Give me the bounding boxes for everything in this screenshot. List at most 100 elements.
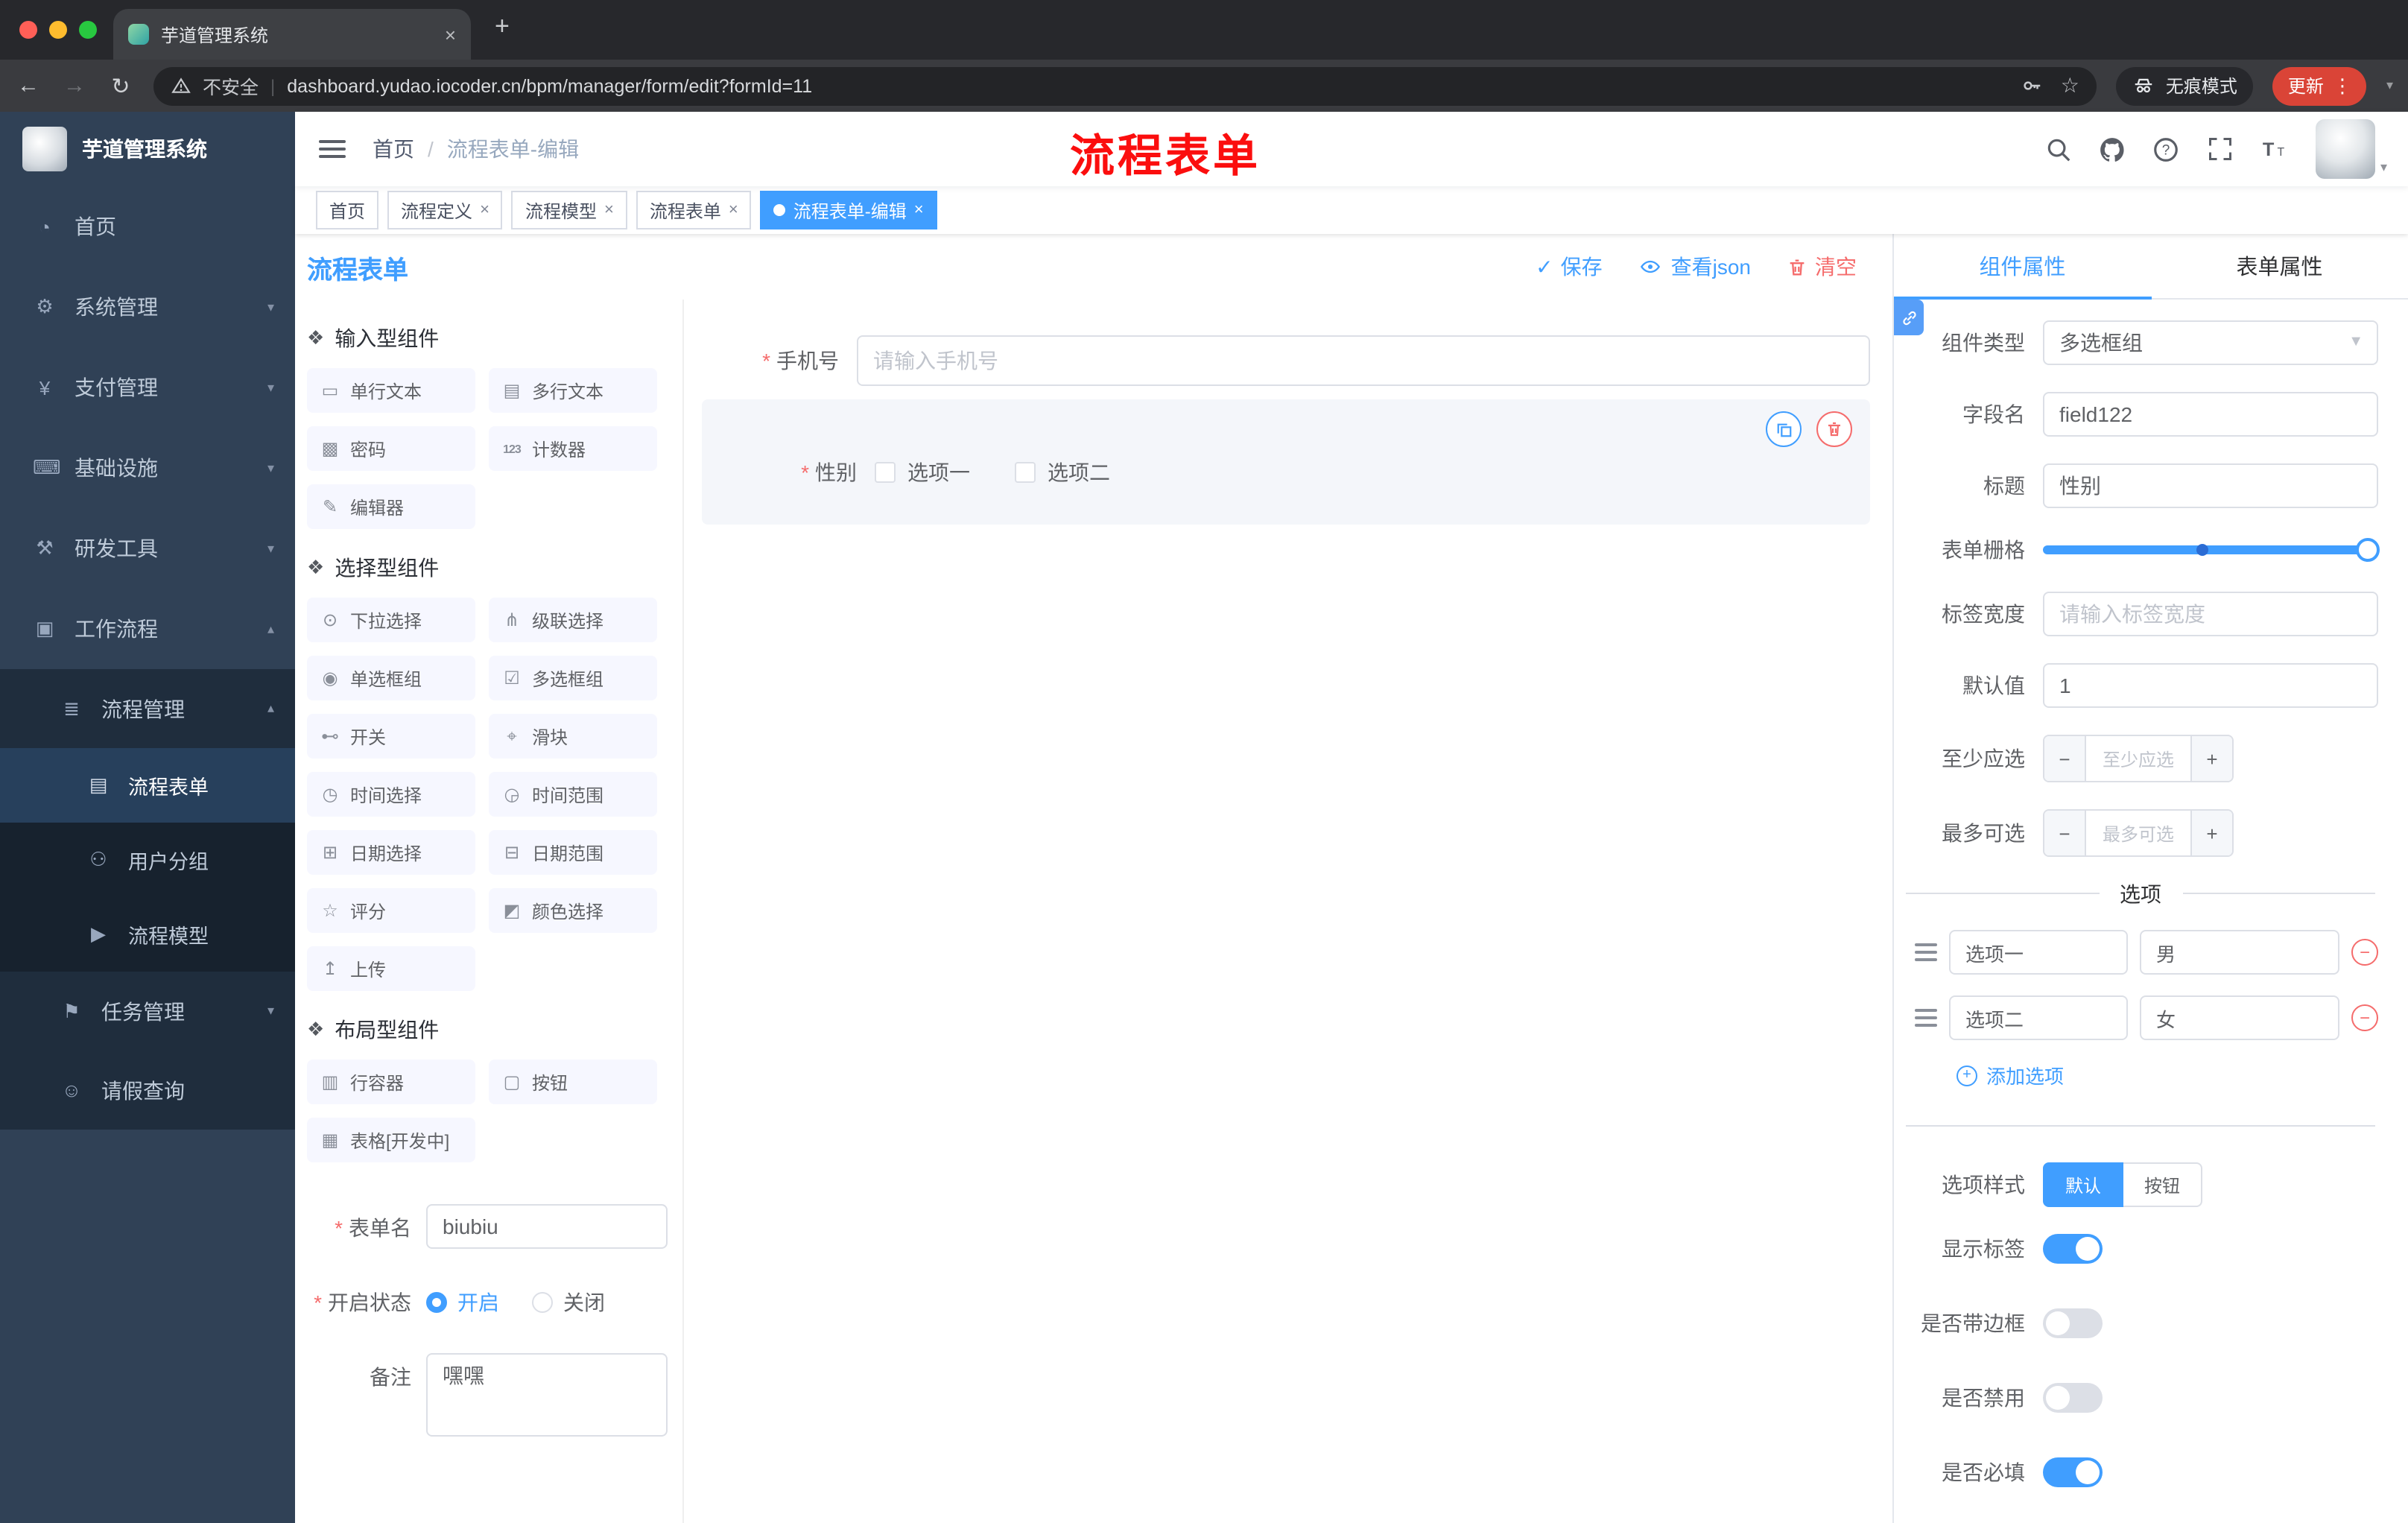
disabled-switch[interactable] [2043, 1383, 2103, 1413]
component-type-select[interactable]: ▼ [2043, 320, 2378, 365]
default-value-input[interactable] [2043, 663, 2378, 708]
tag-process-model[interactable]: 流程模型 × [511, 191, 627, 229]
gender-field-block-selected[interactable]: 性别 选项一 选项二 [702, 399, 1870, 525]
fullscreen-icon[interactable] [2206, 135, 2234, 163]
component-button[interactable]: ▢ 按钮 [489, 1060, 657, 1104]
sidebar-collapse-icon[interactable] [319, 140, 346, 158]
component-counter[interactable]: 123 计数器 [489, 426, 657, 471]
minimize-window-button[interactable] [49, 21, 67, 39]
form-name-input[interactable] [426, 1204, 668, 1249]
phone-field-row[interactable]: 手机号 [702, 335, 1870, 386]
status-off-radio[interactable]: 关闭 [532, 1288, 605, 1317]
show-label-switch[interactable] [2043, 1234, 2103, 1264]
remove-option-icon[interactable]: − [2351, 939, 2378, 966]
component-single-text[interactable]: ▭ 单行文本 [307, 368, 475, 413]
component-checkbox-group[interactable]: ☑ 多选框组 [489, 656, 657, 700]
border-switch[interactable] [2043, 1308, 2103, 1338]
minus-button[interactable]: − [2044, 811, 2086, 855]
sidebar-logo[interactable]: 芋道管理系统 [0, 112, 295, 186]
component-rate[interactable]: ☆ 评分 [307, 888, 475, 933]
browser-tab[interactable]: 芋道管理系统 × [113, 9, 471, 60]
new-tab-button[interactable]: + [495, 12, 510, 42]
component-row-container[interactable]: ▥ 行容器 [307, 1060, 475, 1104]
search-icon[interactable] [2045, 135, 2073, 163]
component-textarea[interactable]: ▤ 多行文本 [489, 368, 657, 413]
drag-handle-icon[interactable] [1915, 943, 1937, 961]
phone-input[interactable] [857, 335, 1870, 386]
slider-handle[interactable] [2356, 538, 2380, 562]
component-date-picker[interactable]: ⊞ 日期选择 [307, 830, 475, 875]
component-select[interactable]: ⊙ 下拉选择 [307, 598, 475, 642]
browser-update-button[interactable]: 更新 ⋮ [2272, 66, 2367, 105]
option2-label-input[interactable] [1949, 995, 2128, 1040]
component-type-value[interactable] [2043, 320, 2378, 365]
component-password[interactable]: ▩ 密码 [307, 426, 475, 471]
bookmark-star-icon[interactable]: ☆ [2061, 73, 2079, 98]
sidebar-item-devtools[interactable]: ⚒ 研发工具 ▾ [0, 508, 295, 589]
tab-close-icon[interactable]: × [445, 23, 456, 45]
remove-option-icon[interactable]: − [2351, 1004, 2378, 1031]
sidebar-item-payment[interactable]: ¥ 支付管理 ▾ [0, 347, 295, 428]
minus-button[interactable]: − [2044, 736, 2086, 781]
status-on-radio[interactable]: 开启 [426, 1288, 499, 1317]
panel-drawer-handle[interactable] [1894, 300, 1924, 335]
help-icon[interactable]: ? [2152, 135, 2181, 163]
tag-process-definition[interactable]: 流程定义 × [387, 191, 503, 229]
component-upload[interactable]: ↥ 上传 [307, 946, 475, 991]
style-button-button[interactable]: 按钮 [2123, 1162, 2203, 1207]
tag-process-form-edit[interactable]: 流程表单-编辑 × [760, 191, 937, 229]
sidebar-item-user-group[interactable]: ⚇ 用户分组 [0, 823, 295, 897]
close-icon[interactable]: × [914, 201, 924, 219]
sidebar-item-process-model[interactable]: ▶ 流程模型 [0, 897, 295, 972]
style-default-button[interactable]: 默认 [2043, 1162, 2124, 1207]
close-window-button[interactable] [19, 21, 37, 39]
sidebar-item-home[interactable]: ◔ 首页 [0, 186, 295, 267]
form-remark-textarea[interactable]: 嘿嘿 [426, 1353, 668, 1437]
component-date-range[interactable]: ⊟ 日期范围 [489, 830, 657, 875]
github-icon[interactable] [2099, 135, 2127, 163]
clear-button[interactable]: 清空 [1787, 252, 1857, 282]
sidebar-item-infra[interactable]: ⌨ 基础设施 ▾ [0, 428, 295, 508]
tab-component-props[interactable]: 组件属性 [1894, 234, 2151, 300]
sidebar-item-workflow[interactable]: ▣ 工作流程 ▴ [0, 589, 295, 669]
add-option-button[interactable]: + 添加选项 [1956, 1061, 2378, 1089]
plus-button[interactable]: + [2190, 811, 2232, 855]
back-icon[interactable]: ← [15, 73, 42, 98]
chevron-down-icon[interactable]: ▾ [2386, 77, 2393, 94]
delete-component-button[interactable] [1816, 411, 1852, 447]
user-menu[interactable]: ▾ [2316, 119, 2387, 179]
min-select-value[interactable]: 至少应选 [2086, 736, 2190, 781]
component-time-picker[interactable]: ◷ 时间选择 [307, 772, 475, 817]
grid-slider[interactable] [2043, 538, 2380, 562]
gender-option1-checkbox[interactable]: 选项一 [875, 457, 970, 487]
title-input[interactable] [2043, 463, 2378, 508]
max-select-value[interactable]: 最多可选 [2086, 811, 2190, 855]
gender-option2-checkbox[interactable]: 选项二 [1015, 457, 1110, 487]
key-icon[interactable] [2021, 75, 2043, 97]
option2-value-input[interactable] [2140, 995, 2339, 1040]
sidebar-item-process-form[interactable]: ▤ 流程表单 [0, 748, 295, 823]
field-name-input[interactable] [2043, 392, 2378, 437]
tag-home[interactable]: 首页 [316, 191, 379, 229]
copy-component-button[interactable] [1766, 411, 1802, 447]
component-radio-group[interactable]: ◉ 单选框组 [307, 656, 475, 700]
close-icon[interactable]: × [604, 201, 614, 219]
tab-form-props[interactable]: 表单属性 [2151, 234, 2408, 298]
sidebar-item-task-mgmt[interactable]: ⚑ 任务管理 ▾ [0, 972, 295, 1051]
close-icon[interactable]: × [729, 201, 738, 219]
component-editor[interactable]: ✎ 编辑器 [307, 484, 475, 529]
option1-value-input[interactable] [2140, 930, 2339, 975]
option1-label-input[interactable] [1949, 930, 2128, 975]
plus-button[interactable]: + [2190, 736, 2232, 781]
component-color-picker[interactable]: ◩ 颜色选择 [489, 888, 657, 933]
component-time-range[interactable]: ◶ 时间范围 [489, 772, 657, 817]
component-slider[interactable]: ⌖ 滑块 [489, 714, 657, 759]
view-json-button[interactable]: 查看json [1638, 252, 1751, 282]
sidebar-item-system[interactable]: ⚙ 系统管理 ▾ [0, 267, 295, 347]
sidebar-item-process-mgmt[interactable]: ≣ 流程管理 ▴ [0, 669, 295, 748]
forward-icon[interactable]: → [61, 73, 88, 98]
url-omnibox[interactable]: 不安全 | dashboard.yudao.iocoder.cn/bpm/man… [153, 66, 2097, 105]
breadcrumb-home[interactable]: 首页 [373, 134, 414, 164]
save-button[interactable]: ✓ 保存 [1536, 252, 1602, 282]
component-cascader[interactable]: ⋔ 级联选择 [489, 598, 657, 642]
